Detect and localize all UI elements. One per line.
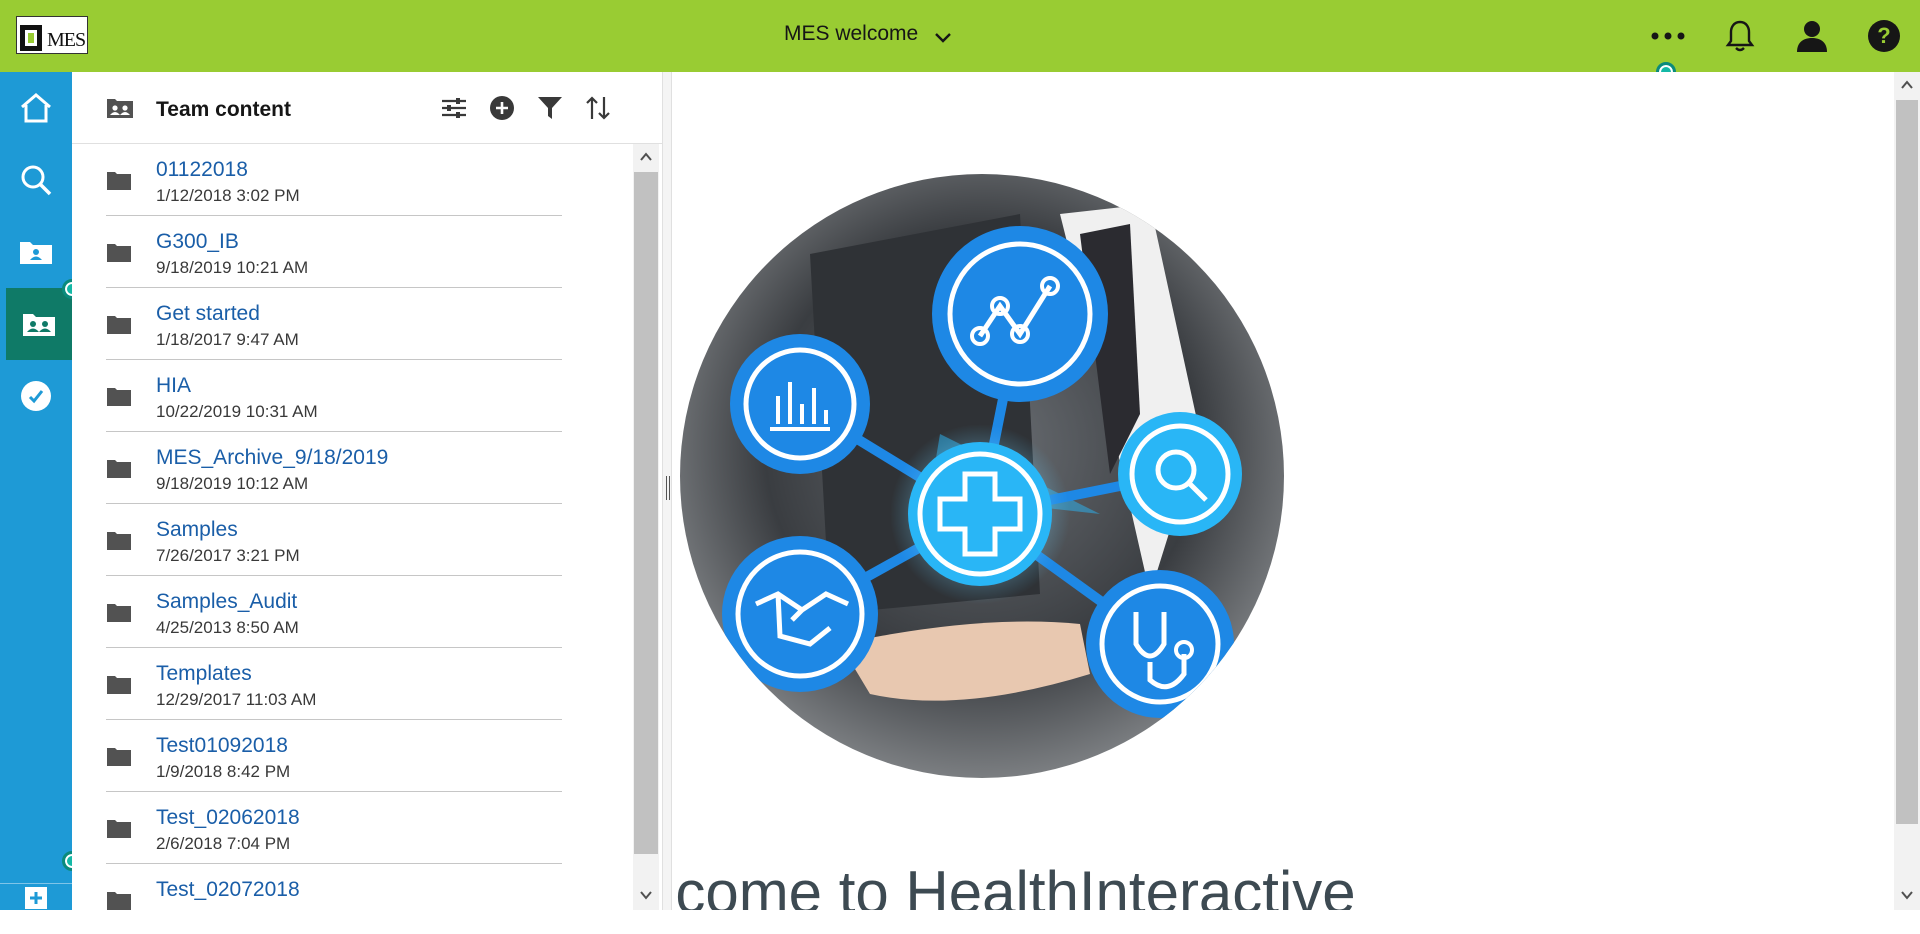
folder-name[interactable]: Get started (156, 302, 260, 326)
folder-icon (107, 532, 131, 550)
sort-icon (586, 96, 610, 120)
folder-icon (107, 820, 131, 838)
sort-button[interactable] (582, 92, 614, 124)
folder-name[interactable]: HIA (156, 374, 191, 398)
home-icon (21, 93, 51, 123)
folder-icon (107, 676, 131, 694)
folder-name[interactable]: Test_02062018 (156, 806, 300, 830)
welcome-content: lcome to HealthInteractive (672, 72, 1894, 910)
scroll-up-icon[interactable] (639, 150, 653, 164)
folder-date: 4/25/2013 8:50 AM (156, 618, 299, 637)
filter-icon (538, 97, 562, 119)
panel-splitter[interactable] (662, 72, 672, 910)
folder-user-icon (20, 242, 52, 264)
healthcare-hero-image (680, 174, 1284, 778)
list-item[interactable]: Test01092018 1/9/2018 8:42 PM (106, 720, 562, 792)
nav-home[interactable] (0, 72, 72, 144)
chevron-down-icon[interactable] (932, 26, 954, 48)
folder-name[interactable]: Test_02072018 (156, 878, 300, 902)
list-item[interactable]: Samples_Audit 4/25/2013 8:50 AM (106, 576, 562, 648)
notifications-icon[interactable] (1718, 14, 1762, 58)
nav-my-content[interactable] (0, 216, 72, 288)
nav-recent[interactable] (0, 360, 72, 432)
team-content-panel: Team content 01122018 1/12/2018 3:02 PM … (72, 72, 662, 910)
folder-date: 9/18/2019 10:12 AM (156, 474, 309, 493)
app-logo[interactable]: MES (16, 16, 88, 54)
help-icon[interactable]: ? (1862, 14, 1906, 58)
list-item[interactable]: Get started 1/18/2017 9:47 AM (106, 288, 562, 360)
folder-date: 2/6/2018 7:04 PM (156, 834, 291, 853)
page-title[interactable]: MES welcome (784, 22, 918, 46)
list-scrollbar[interactable] (633, 144, 659, 910)
folder-date: 9/18/2019 10:21 AM (156, 258, 309, 277)
scroll-thumb[interactable] (1896, 100, 1918, 824)
folder-name[interactable]: Test01092018 (156, 734, 288, 758)
add-icon (490, 96, 514, 120)
scroll-up-icon[interactable] (1900, 78, 1914, 92)
plus-icon (25, 887, 47, 909)
nav-team-content[interactable] (6, 288, 72, 360)
search-icon (21, 165, 52, 196)
scroll-down-icon[interactable] (639, 888, 653, 902)
settings-button[interactable] (438, 92, 470, 124)
folder-date: 10/22/2019 10:31 AM (156, 402, 318, 421)
folder-date: 1/9/2018 8:42 PM (156, 762, 291, 781)
content-scrollbar[interactable] (1894, 72, 1920, 910)
folder-name[interactable]: MES_Archive_9/18/2019 (156, 446, 388, 470)
folder-name[interactable]: G300_IB (156, 230, 239, 254)
folder-icon (107, 604, 131, 622)
logo-text: MES (47, 29, 86, 51)
folder-icon (107, 388, 131, 406)
filter-button[interactable] (534, 92, 566, 124)
side-navigation (0, 72, 72, 910)
scroll-thumb[interactable] (634, 172, 658, 854)
logo-mark (20, 25, 42, 51)
list-item[interactable]: G300_IB 9/18/2019 10:21 AM (106, 216, 562, 288)
folder-name[interactable]: Samples (156, 518, 238, 542)
folder-date: 12/29/2017 11:03 AM (156, 690, 317, 709)
list-item[interactable]: Test_02062018 2/6/2018 7:04 PM (106, 792, 562, 864)
folder-date: 7/26/2017 3:21 PM (156, 546, 300, 565)
more-icon[interactable] (1646, 14, 1690, 58)
splitter-grip[interactable] (666, 476, 670, 500)
list-item[interactable]: Templates 12/29/2017 11:03 AM (106, 648, 562, 720)
nav-new[interactable] (0, 862, 72, 934)
panel-header: Team content (72, 72, 662, 144)
folder-icon (107, 316, 131, 334)
folder-icon (107, 460, 131, 478)
nav-search[interactable] (0, 144, 72, 216)
list-item[interactable]: 01122018 1/12/2018 3:02 PM (106, 144, 562, 216)
settings-icon (442, 98, 466, 118)
folder-icon (107, 244, 131, 262)
team-content-icon (107, 99, 133, 118)
folder-name[interactable]: Samples_Audit (156, 590, 297, 614)
svg-text:?: ? (1877, 23, 1890, 48)
team-content-icon (23, 314, 55, 336)
folder-list: 01122018 1/12/2018 3:02 PM G300_IB 9/18/… (106, 144, 562, 910)
list-item[interactable]: Samples 7/26/2017 3:21 PM (106, 504, 562, 576)
welcome-heading: lcome to HealthInteractive (672, 859, 1356, 910)
folder-icon (107, 172, 131, 190)
list-item[interactable]: Test_02072018 (106, 864, 562, 910)
list-item[interactable]: MES_Archive_9/18/2019 9/18/2019 10:12 AM (106, 432, 562, 504)
list-item[interactable]: HIA 10/22/2019 10:31 AM (106, 360, 562, 432)
folder-name[interactable]: 01122018 (156, 158, 248, 182)
folder-name[interactable]: Templates (156, 662, 252, 686)
add-button[interactable] (486, 92, 518, 124)
folder-date: 1/12/2018 3:02 PM (156, 186, 300, 205)
recent-icon (21, 381, 51, 411)
folder-date: 1/18/2017 9:47 AM (156, 330, 299, 349)
folder-icon (107, 892, 131, 910)
folder-icon (107, 748, 131, 766)
user-icon[interactable] (1790, 14, 1834, 58)
panel-title: Team content (156, 98, 291, 121)
scroll-down-icon[interactable] (1900, 888, 1914, 902)
top-bar: MES MES welcome ? (0, 0, 1920, 72)
